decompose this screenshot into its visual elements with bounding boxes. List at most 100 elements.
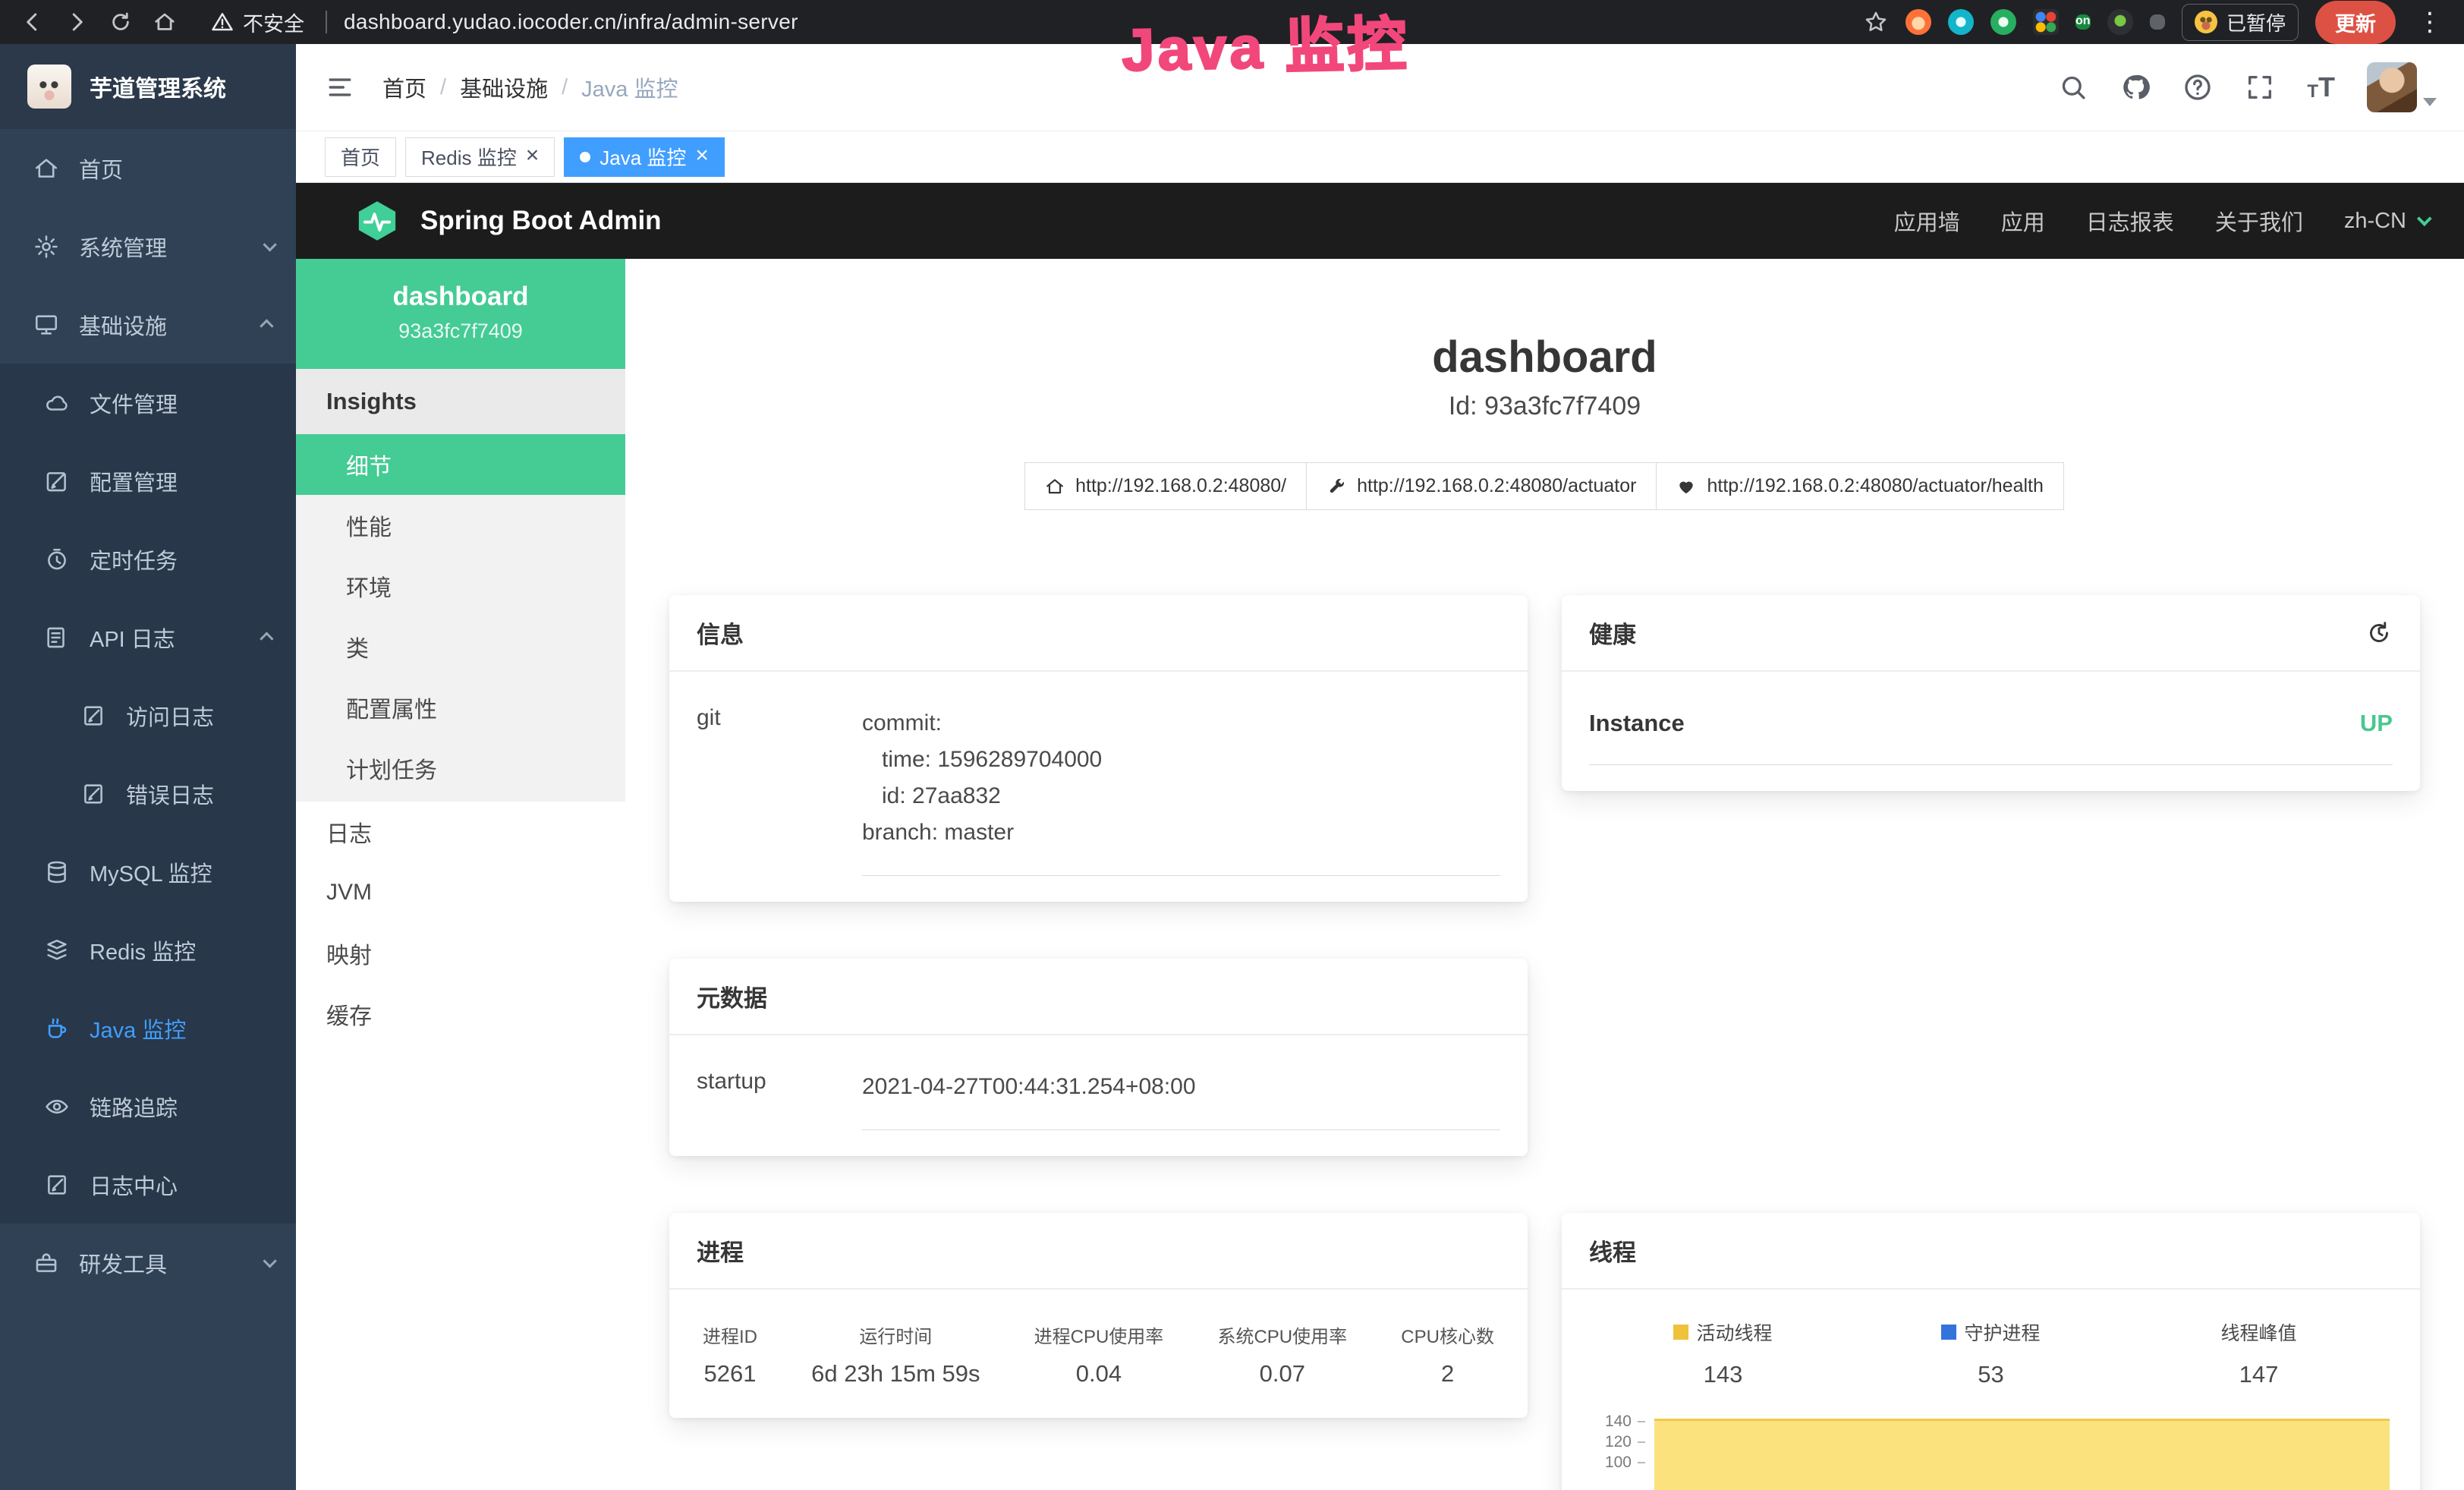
legend-value: 143 [1589, 1361, 1857, 1388]
sba-item-jvm[interactable]: JVM [296, 862, 625, 923]
sidebar-item-job[interactable]: 定时任务 [0, 520, 296, 598]
process-col-proc-cpu: 进程CPU使用率 0.04 [1034, 1321, 1164, 1388]
sidebar-item-errorlog[interactable]: 错误日志 [0, 754, 296, 833]
sba-item-details[interactable]: 细节 [296, 434, 625, 495]
cloud-icon [44, 390, 70, 416]
metadata-key: startup [697, 1069, 862, 1130]
info-value: commit: time: 1596289704000 id: 27aa832 … [862, 705, 1500, 876]
col-label: 系统CPU使用率 [1217, 1321, 1347, 1348]
process-col-cores: CPU核心数 2 [1401, 1321, 1494, 1388]
back-icon[interactable] [17, 6, 49, 38]
sba-item-classes[interactable]: 类 [296, 616, 625, 677]
history-icon[interactable] [2365, 619, 2393, 647]
help-icon[interactable] [2182, 72, 2213, 102]
grid-extension-icon[interactable] [2033, 9, 2059, 35]
instance-links: http://192.168.0.2:48080/ http://192.168… [625, 462, 2464, 510]
warning-icon [211, 11, 234, 33]
sidebar-item-trace[interactable]: 链路追踪 [0, 1067, 296, 1145]
teal-extension-icon[interactable] [1948, 9, 1974, 35]
browser-home-icon[interactable] [149, 6, 181, 38]
legend-value: 147 [2125, 1361, 2393, 1388]
sba-nav-applications[interactable]: 应用 [2001, 205, 2045, 237]
green-extension-icon[interactable] [1990, 9, 2016, 35]
git-commit-time: time: 1596289704000 [862, 742, 1500, 778]
sidebar-item-file[interactable]: 文件管理 [0, 364, 296, 442]
sba-main: dashboard Id: 93a3fc7f7409 http://192.16… [625, 259, 2464, 1490]
breadcrumb-infra[interactable]: 基础设施 [460, 71, 548, 103]
eye-icon [44, 1094, 70, 1120]
sba-item-metrics[interactable]: 性能 [296, 495, 625, 556]
fullscreen-icon[interactable] [2245, 72, 2275, 102]
on-badge-extension-icon[interactable]: on [2075, 14, 2091, 30]
col-label: CPU核心数 [1401, 1321, 1494, 1348]
app-logo[interactable]: 芋道管理系统 [0, 44, 296, 129]
puzzle-extensions-icon[interactable] [2150, 14, 2165, 30]
git-branch: branch: master [862, 814, 1500, 851]
sba-item-logfile[interactable]: 日志 [296, 802, 625, 862]
sidebar-item-apilog[interactable]: API 日志 [0, 598, 296, 676]
sidebar-item-devtools[interactable]: 研发工具 [0, 1224, 296, 1302]
reload-icon[interactable] [105, 6, 137, 38]
sba-item-mappings[interactable]: 映射 [296, 923, 625, 984]
sidebar-item-accesslog[interactable]: 访问日志 [0, 676, 296, 754]
sidebar-item-config[interactable]: 配置管理 [0, 442, 296, 520]
font-size-icon[interactable]: TT [2307, 74, 2335, 101]
forward-icon[interactable] [61, 6, 93, 38]
item-label: 错误日志 [126, 778, 214, 810]
browser-menu-icon[interactable]: ⋮ [2412, 9, 2447, 35]
sba-item-env[interactable]: 环境 [296, 556, 625, 616]
link-root[interactable]: http://192.168.0.2:48080/ [1024, 462, 1307, 510]
sba-nav-wallboard[interactable]: 应用墙 [1894, 205, 1960, 237]
tab-java[interactable]: Java 监控 × [564, 137, 725, 177]
sidebar-item-java[interactable]: Java 监控 [0, 989, 296, 1067]
legend-live: 活动线程 143 [1589, 1318, 1857, 1388]
paused-chip[interactable]: 已暂停 [2182, 4, 2299, 41]
bookmark-star-icon[interactable] [1863, 9, 1889, 35]
browser-actions: on 已暂停 更新 ⋮ [1863, 1, 2447, 44]
link-actuator[interactable]: http://192.168.0.2:48080/actuator [1306, 462, 1657, 510]
close-icon[interactable]: × [695, 144, 709, 167]
item-label: Redis 监控 [90, 934, 196, 966]
sba-nav-about[interactable]: 关于我们 [2215, 205, 2303, 237]
security-indicator[interactable]: 不安全 [211, 8, 304, 37]
address-bar[interactable]: dashboard.yudao.iocoder.cn/infra/admin-s… [344, 10, 798, 34]
sba-item-scheduledtasks[interactable]: 计划任务 [296, 738, 625, 799]
link-health[interactable]: http://192.168.0.2:48080/actuator/health [1656, 462, 2063, 510]
breadcrumb-home[interactable]: 首页 [382, 71, 426, 103]
item-label: 文件管理 [90, 387, 178, 419]
sidebar-item-infra[interactable]: 基础设施 [0, 285, 296, 364]
top-navbar: 首页 / 基础设施 / Java 监控 TT [296, 44, 2464, 131]
sba-brand[interactable]: Spring Boot Admin [420, 206, 662, 236]
github-icon[interactable] [2120, 72, 2151, 102]
locale-selector[interactable]: zh-CN [2344, 209, 2428, 234]
update-button[interactable]: 更新 [2315, 1, 2396, 44]
sidebar-item-mysql[interactable]: MySQL 监控 [0, 833, 296, 911]
sidebar-item-home[interactable]: 首页 [0, 129, 296, 207]
user-menu[interactable] [2367, 62, 2437, 112]
tab-label: 首页 [341, 143, 380, 171]
sidebar-item-redis[interactable]: Redis 监控 [0, 911, 296, 989]
fox-extension-icon[interactable] [1905, 9, 1931, 35]
tab-label: Redis 监控 [421, 143, 517, 171]
threads-chart: 140 120 100 [1589, 1411, 2393, 1490]
instance-header[interactable]: dashboard 93a3fc7f7409 [296, 259, 625, 369]
tab-redis[interactable]: Redis 监控 × [405, 137, 555, 177]
link-url: http://192.168.0.2:48080/actuator/health [1707, 475, 2043, 497]
close-icon[interactable]: × [526, 144, 540, 167]
page-subtitle: Id: 93a3fc7f7409 [625, 392, 2464, 421]
leaf-extension-icon[interactable] [2107, 9, 2133, 35]
sidebar-item-logcenter[interactable]: 日志中心 [0, 1145, 296, 1224]
breadcrumb-current: Java 监控 [581, 71, 678, 103]
col-value: 0.07 [1217, 1360, 1347, 1388]
tab-home[interactable]: 首页 [325, 137, 396, 177]
sba-item-caches[interactable]: 缓存 [296, 984, 625, 1044]
app-title: 芋道管理系统 [90, 70, 226, 103]
hamburger-icon[interactable] [325, 74, 355, 100]
sba-nav-journal[interactable]: 日志报表 [2086, 205, 2174, 237]
heart-icon [1676, 477, 1696, 496]
sba-header: Spring Boot Admin 应用墙 应用 日志报表 关于我们 zh-CN [296, 183, 2464, 259]
search-icon[interactable] [2058, 72, 2088, 102]
sba-logo-icon[interactable] [355, 199, 399, 243]
sba-item-configprops[interactable]: 配置属性 [296, 677, 625, 738]
sidebar-item-system[interactable]: 系统管理 [0, 207, 296, 285]
